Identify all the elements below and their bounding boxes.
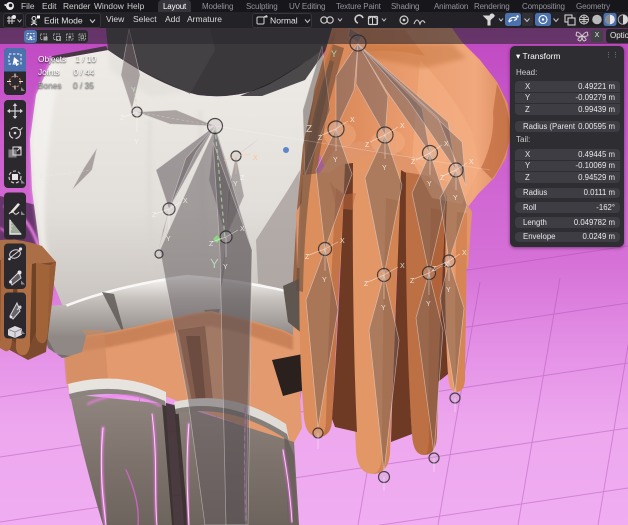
svg-text:Y: Y xyxy=(131,87,136,94)
svg-text:X: X xyxy=(444,262,449,269)
svg-text:Y: Y xyxy=(233,181,238,188)
svg-text:Z: Z xyxy=(440,175,445,182)
svg-text:Y: Y xyxy=(331,49,337,59)
svg-text:X: X xyxy=(253,155,258,162)
svg-text:Y: Y xyxy=(333,157,338,164)
svg-text:X: X xyxy=(183,198,188,205)
svg-text:Z: Z xyxy=(209,241,214,248)
svg-text:Y: Y xyxy=(166,236,171,243)
svg-text:Z: Z xyxy=(240,175,245,182)
svg-text:Normal: Normal xyxy=(270,16,298,26)
svg-text:Z: Z xyxy=(364,281,369,288)
svg-text:Y: Y xyxy=(427,181,432,188)
svg-text:Y: Y xyxy=(453,195,458,202)
svg-text:X: X xyxy=(340,238,345,245)
svg-text:Y: Y xyxy=(446,287,451,294)
svg-text:Z: Z xyxy=(410,278,415,285)
svg-text:X: X xyxy=(469,159,474,166)
svg-text:Z: Z xyxy=(411,159,416,166)
svg-text:z: z xyxy=(40,174,43,180)
svg-text:Y: Y xyxy=(134,139,139,146)
svg-text:Y: Y xyxy=(426,301,431,308)
svg-text:X: X xyxy=(400,263,405,270)
svg-text:Y: Y xyxy=(210,256,219,271)
svg-text:Z: Z xyxy=(365,142,370,149)
svg-text:X: X xyxy=(444,141,449,148)
svg-text:Z: Z xyxy=(318,135,323,142)
svg-text:Y: Y xyxy=(381,305,386,312)
svg-text:Edit Mode: Edit Mode xyxy=(44,16,83,26)
svg-text:Z: Z xyxy=(120,115,125,122)
svg-text:Z: Z xyxy=(305,254,310,261)
svg-text:Y: Y xyxy=(322,277,327,284)
svg-text:X: X xyxy=(240,226,245,233)
svg-text:Z: Z xyxy=(152,212,157,219)
svg-text:Z: Z xyxy=(306,124,312,135)
svg-text:Z: Z xyxy=(432,266,437,273)
svg-text:X: X xyxy=(462,250,467,257)
svg-text:Y: Y xyxy=(382,165,387,172)
svg-text:X: X xyxy=(350,117,355,124)
svg-text:X: X xyxy=(400,123,405,130)
svg-text:Y: Y xyxy=(223,264,228,271)
